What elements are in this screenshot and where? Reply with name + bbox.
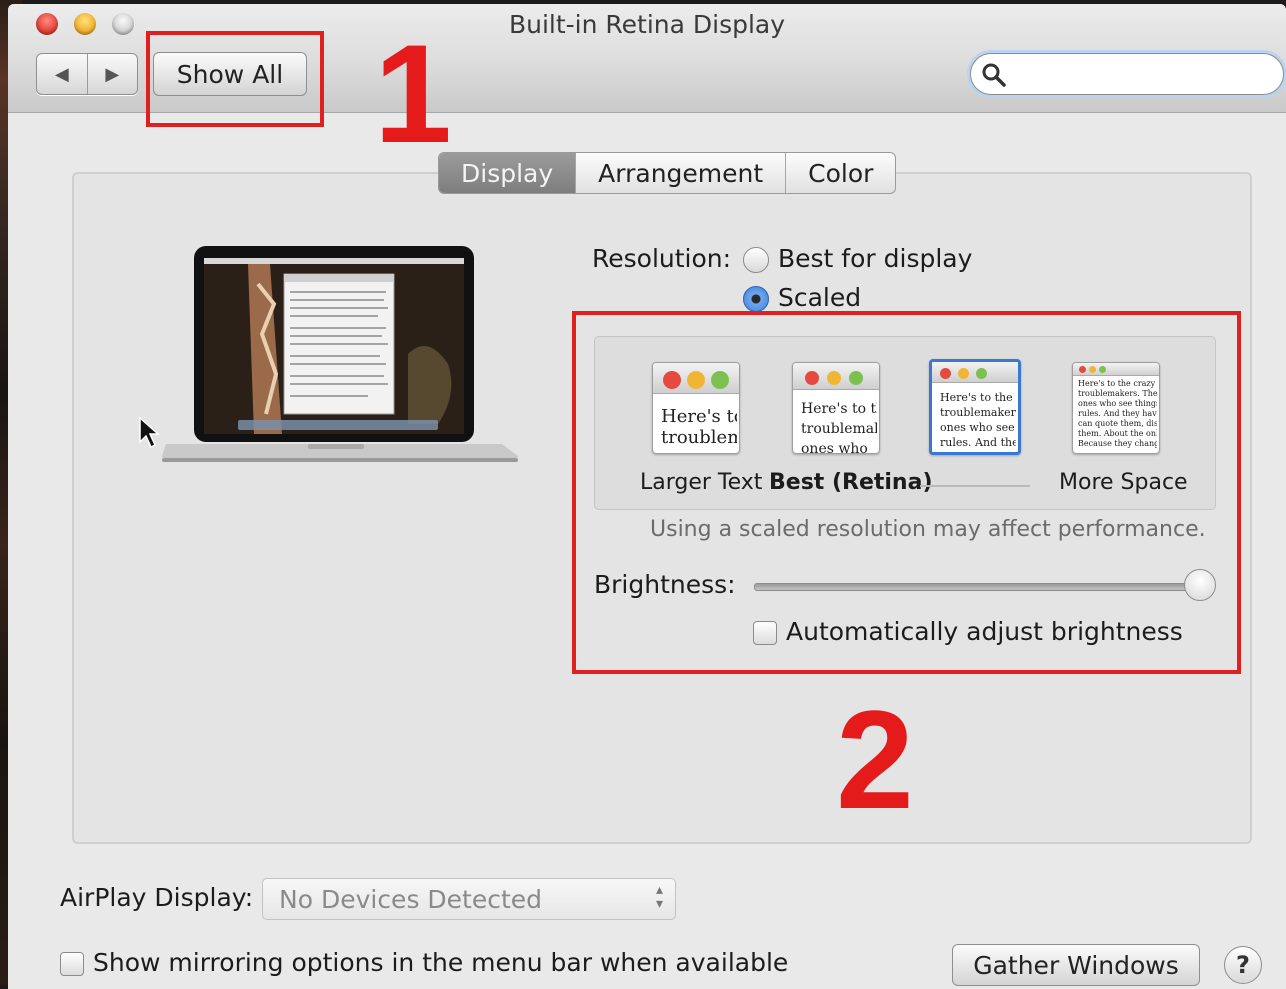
tab-color[interactable]: Color — [786, 153, 895, 193]
resolution-label: Resolution: — [592, 244, 732, 273]
laptop-illustration — [162, 246, 518, 462]
mouse-cursor-icon — [139, 416, 160, 449]
annotation-box-1 — [146, 31, 324, 127]
scaled-radio[interactable] — [743, 286, 769, 312]
best-for-display-radio[interactable] — [743, 247, 769, 273]
scaled-label[interactable]: Scaled — [778, 283, 861, 312]
airplay-display-label: AirPlay Display: — [60, 883, 254, 912]
tab-display[interactable]: Display — [439, 153, 577, 193]
search-field[interactable] — [970, 53, 1284, 95]
back-forward-control: ◀ ▶ — [36, 53, 138, 95]
annotation-number-2: 2 — [836, 681, 914, 838]
tab-bar: Display Arrangement Color — [438, 152, 897, 194]
annotation-box-2 — [572, 311, 1241, 674]
popup-arrows-icon: ▴ ▾ — [655, 882, 663, 912]
airplay-display-popup[interactable]: No Devices Detected ▴ ▾ — [262, 878, 676, 920]
mirroring-checkbox[interactable] — [60, 952, 84, 976]
forward-arrow-icon[interactable]: ▶ — [88, 54, 138, 94]
help-button[interactable]: ? — [1224, 946, 1262, 984]
annotation-number-1: 1 — [374, 15, 452, 172]
back-arrow-icon[interactable]: ◀ — [37, 54, 88, 94]
search-icon — [982, 63, 1006, 87]
airplay-display-value: No Devices Detected — [279, 885, 543, 914]
best-for-display-label[interactable]: Best for display — [778, 244, 972, 273]
mirroring-label[interactable]: Show mirroring options in the menu bar w… — [93, 948, 788, 977]
preferences-window: Built-in Retina Display ◀ ▶ Show All Dis… — [8, 4, 1286, 989]
tab-arrangement[interactable]: Arrangement — [576, 153, 787, 193]
gather-windows-button[interactable]: Gather Windows — [952, 944, 1200, 986]
